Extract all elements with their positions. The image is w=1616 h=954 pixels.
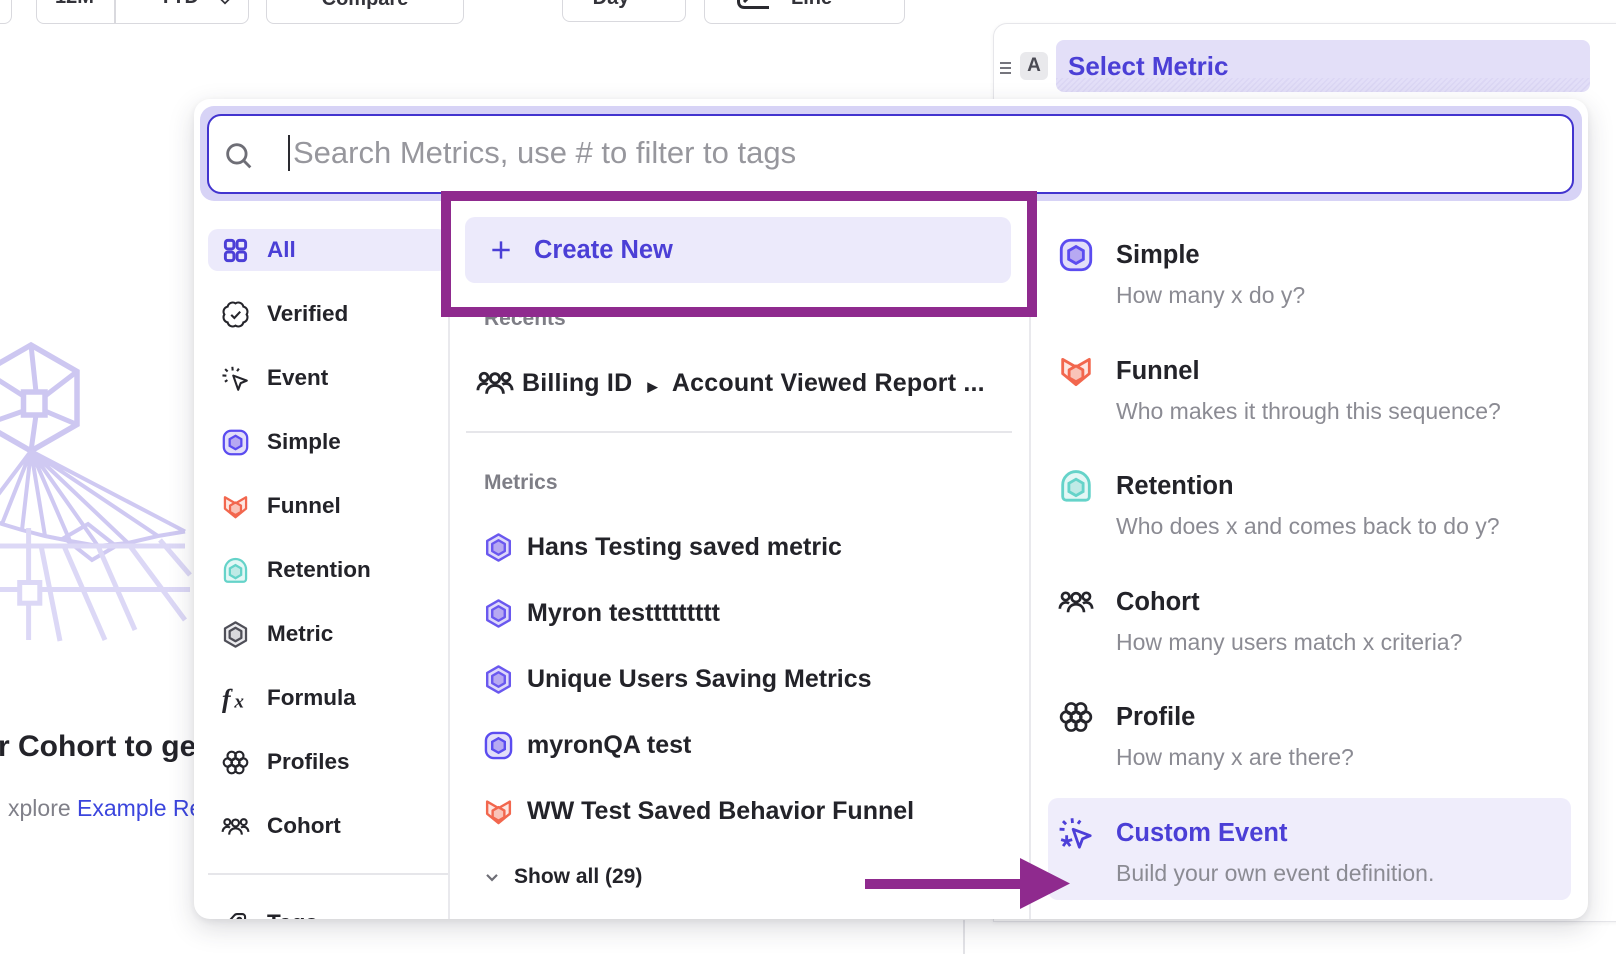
svg-text:x: x xyxy=(233,691,244,712)
svg-text:f: f xyxy=(222,684,233,713)
